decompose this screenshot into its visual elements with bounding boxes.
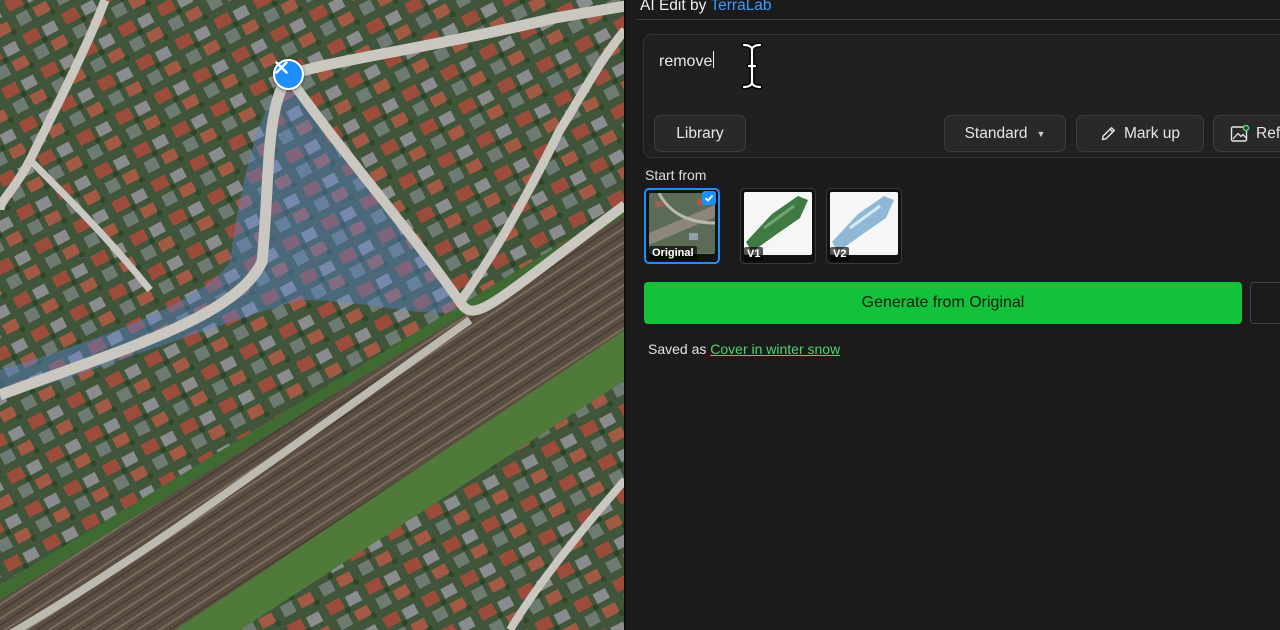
close-marker-button[interactable] bbox=[273, 59, 304, 90]
thumb-v1[interactable]: V1 bbox=[740, 188, 816, 264]
panel-title: AI Edit by TerraLab bbox=[640, 0, 772, 15]
prompt-box[interactable]: remove Library Standard ▼ Mark up Ref bbox=[643, 34, 1280, 158]
standard-label: Standard bbox=[964, 124, 1028, 142]
prompt-input[interactable]: remove bbox=[659, 51, 715, 71]
standard-dropdown[interactable]: Standard ▼ bbox=[944, 115, 1066, 152]
panel-title-prefix: AI Edit by bbox=[640, 0, 711, 14]
thumb-v2-image bbox=[830, 192, 898, 255]
library-label: Library bbox=[676, 124, 724, 142]
thumb-v1-image bbox=[744, 192, 812, 255]
checkmark-icon bbox=[702, 191, 716, 205]
satellite-map[interactable] bbox=[0, 0, 625, 630]
markup-label: Mark up bbox=[1124, 124, 1180, 142]
satellite-imagery bbox=[0, 0, 625, 630]
thumb-v2[interactable]: V2 bbox=[826, 188, 902, 264]
saved-link[interactable]: Cover in winter snow bbox=[710, 341, 840, 357]
thumb-v2-label: V2 bbox=[830, 247, 850, 261]
ai-edit-panel: AI Edit by TerraLab remove Library Stand… bbox=[626, 0, 1280, 630]
pencil-icon bbox=[1101, 127, 1115, 141]
start-from-label: Start from bbox=[645, 167, 707, 183]
generate-label: Generate from Original bbox=[861, 294, 1025, 311]
thumb-original[interactable]: Original bbox=[644, 188, 720, 264]
brand-link[interactable]: TerraLab bbox=[710, 0, 771, 14]
saved-prefix: Saved as bbox=[648, 341, 711, 357]
refine-button[interactable]: Ref bbox=[1213, 115, 1280, 152]
close-icon bbox=[275, 61, 288, 74]
secondary-button[interactable] bbox=[1250, 282, 1280, 324]
thumb-v1-label: V1 bbox=[744, 247, 764, 261]
library-button[interactable]: Library bbox=[654, 115, 746, 152]
markup-button[interactable]: Mark up bbox=[1076, 115, 1204, 152]
thumb-original-label: Original bbox=[649, 246, 697, 260]
saved-status: Saved as Cover in winter snow bbox=[648, 341, 840, 357]
generate-button[interactable]: Generate from Original bbox=[644, 282, 1242, 324]
image-refine-icon bbox=[1230, 124, 1250, 142]
refine-label: Ref bbox=[1256, 124, 1280, 142]
text-caret bbox=[713, 51, 715, 68]
title-divider bbox=[636, 19, 1280, 20]
prompt-value: remove bbox=[659, 53, 713, 70]
text-cursor-icon bbox=[741, 42, 763, 90]
chevron-down-icon: ▼ bbox=[1036, 128, 1046, 139]
